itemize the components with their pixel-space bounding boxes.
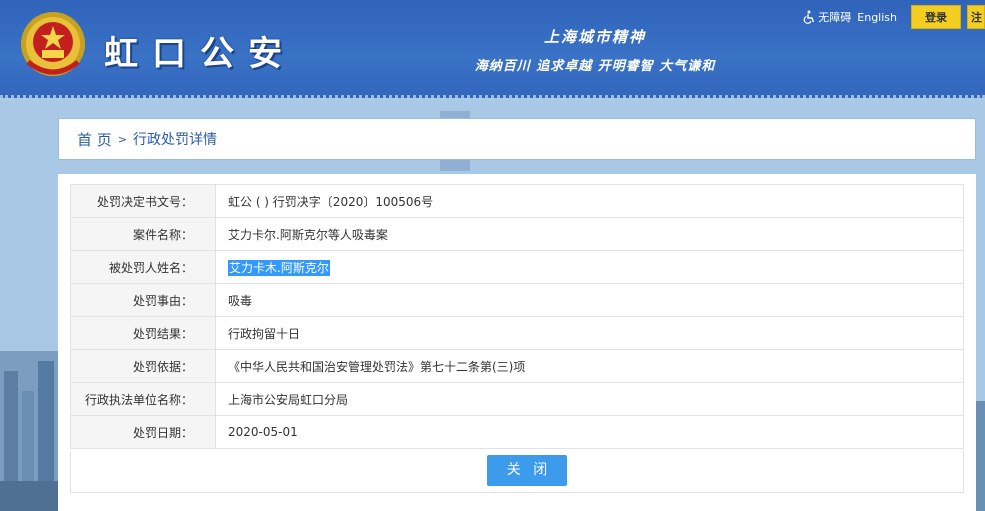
site-logo-text[interactable]: 虹口公安	[104, 26, 296, 75]
field-label: 被处罚人姓名：	[70, 250, 216, 284]
site-header: 虹口公安 上海城市精神 海纳百川 追求卓越 开明睿智 大气谦和 无障碍 Engl…	[0, 0, 985, 98]
field-value: 虹公 ( ) 行罚决字〔2020〕100506号	[215, 184, 964, 218]
field-label: 处罚事由：	[70, 283, 216, 317]
field-label: 行政执法单位名称：	[70, 382, 216, 416]
breadcrumb-home-link[interactable]: 首 页	[77, 129, 112, 150]
breadcrumb: 首 页 > 行政处罚详情	[58, 118, 976, 160]
field-value: 艾力卡木.阿斯克尔	[215, 250, 964, 284]
slogan-title: 上海城市精神	[543, 28, 646, 46]
police-emblem-icon	[21, 12, 85, 76]
table-row: 处罚依据： 《中华人民共和国治安管理处罚法》第七十二条第(三)项	[70, 349, 964, 383]
table-row: 处罚事由： 吸毒	[70, 283, 964, 317]
field-value: 行政拘留十日	[215, 316, 964, 350]
action-row: 关 闭	[70, 451, 964, 493]
register-button[interactable]: 注	[967, 5, 985, 29]
accessibility-link[interactable]: 无障碍	[802, 9, 851, 25]
table-row: 案件名称： 艾力卡尔.阿斯克尔等人吸毒案	[70, 217, 964, 251]
field-label: 处罚依据：	[70, 349, 216, 383]
field-value: 《中华人民共和国治安管理处罚法》第七十二条第(三)项	[215, 349, 964, 383]
login-button[interactable]: 登录	[911, 5, 961, 29]
field-label: 案件名称：	[70, 217, 216, 251]
slogan-text: 海纳百川 追求卓越 开明睿智 大气谦和	[474, 59, 716, 74]
field-value: 艾力卡尔.阿斯克尔等人吸毒案	[215, 217, 964, 251]
close-button[interactable]: 关 闭	[487, 455, 567, 486]
table-row: 处罚日期： 2020-05-01	[70, 415, 964, 449]
table-row: 行政执法单位名称： 上海市公安局虹口分局	[70, 382, 964, 416]
field-label: 处罚结果：	[70, 316, 216, 350]
top-links: 无障碍 English 登录 注	[802, 5, 985, 29]
field-value: 2020-05-01	[215, 415, 964, 449]
penalty-detail-table: 处罚决定书文号： 虹公 ( ) 行罚决字〔2020〕100506号 案件名称： …	[70, 184, 964, 449]
breadcrumb-current: 行政处罚详情	[133, 132, 217, 148]
details-panel: 处罚决定书文号： 虹公 ( ) 行罚决字〔2020〕100506号 案件名称： …	[58, 174, 976, 511]
field-label: 处罚日期：	[70, 415, 216, 449]
accessibility-label: 无障碍	[818, 11, 852, 24]
table-row: 被处罚人姓名： 艾力卡木.阿斯克尔	[70, 250, 964, 284]
city-slogan: 上海城市精神 海纳百川 追求卓越 开明睿智 大气谦和	[440, 26, 750, 74]
breadcrumb-separator: >	[117, 132, 127, 146]
field-label: 处罚决定书文号：	[70, 184, 216, 218]
table-row: 处罚结果： 行政拘留十日	[70, 316, 964, 350]
selected-text: 艾力卡木.阿斯克尔	[228, 259, 330, 276]
table-row: 处罚决定书文号： 虹公 ( ) 行罚决字〔2020〕100506号	[70, 184, 964, 218]
english-link[interactable]: English	[857, 11, 897, 24]
field-value: 吸毒	[215, 283, 964, 317]
field-value: 上海市公安局虹口分局	[215, 382, 964, 416]
wheelchair-icon	[803, 10, 815, 24]
